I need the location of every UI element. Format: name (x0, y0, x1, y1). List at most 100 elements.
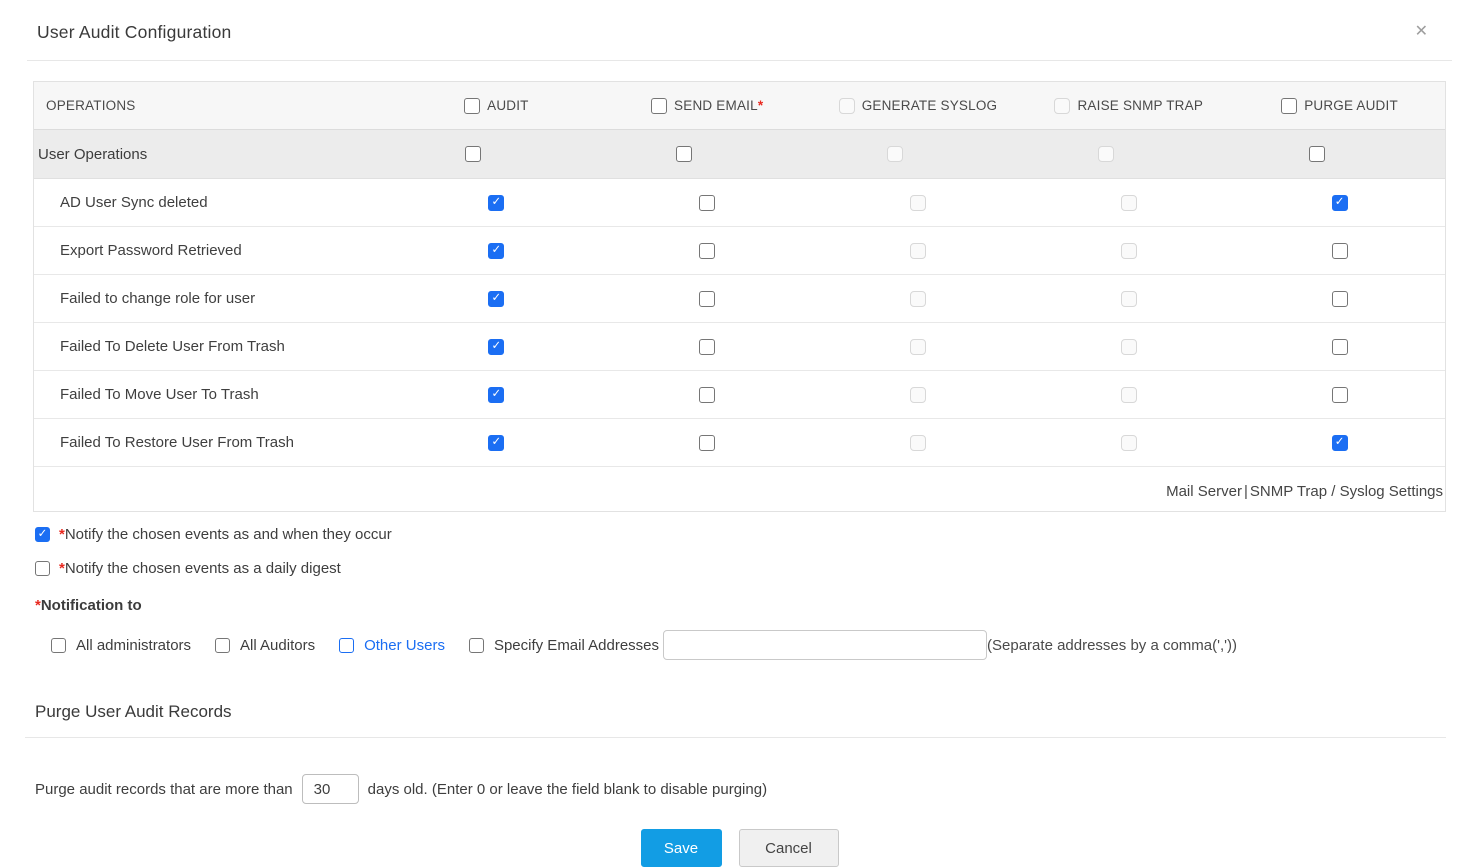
header-cell-purge-audit: PURGE AUDIT (1234, 97, 1445, 114)
email-addresses-input[interactable] (663, 630, 988, 660)
table-group-row-user-operations: User Operations (34, 130, 1445, 179)
operation-label: Failed To Move User To Trash (60, 386, 259, 403)
user-audit-configuration-dialog: User Audit Configuration ✕ OPERATIONS AU… (0, 0, 1474, 867)
all-auditors-label: All Auditors (240, 636, 316, 654)
generate-syslog-checkbox (909, 290, 926, 307)
purge-settings-row: Purge audit records that are more than d… (35, 774, 1446, 804)
raise-snmp-trap-checkbox (1097, 146, 1114, 162)
raise-snmp-trap-checkbox (1120, 194, 1137, 211)
notify-digest-checkbox[interactable] (35, 561, 50, 576)
close-icon[interactable]: ✕ (1415, 24, 1428, 40)
action-buttons: Save Cancel (33, 829, 1446, 867)
send-email-column-checkbox[interactable] (651, 97, 668, 114)
audit-checkbox[interactable] (488, 386, 505, 403)
column-header-audit: AUDIT (487, 98, 529, 113)
purge-audit-checkbox[interactable] (1331, 290, 1348, 307)
separator-hint: (Separate addresses by a comma(',')) (987, 636, 1238, 654)
notify-occur-row: *Notify the chosen events as and when th… (35, 526, 1446, 543)
notify-digest-row: *Notify the chosen events as a daily dig… (35, 560, 1446, 577)
table-row: Failed To Delete User From Trash (34, 323, 1445, 371)
required-asterisk: * (757, 98, 764, 113)
all-administrators-label: All administrators (76, 636, 192, 654)
recipient-specify-email: Specify Email Addresses (468, 636, 660, 654)
generate-syslog-checkbox (909, 386, 926, 403)
column-header-operations: OPERATIONS (46, 98, 136, 113)
header-cell-send-email: SEND EMAIL* (602, 97, 813, 114)
all-auditors-checkbox[interactable] (215, 637, 231, 653)
notification-recipients-row: All administrators All Auditors Other Us… (51, 630, 1446, 660)
mail-server-link[interactable]: Mail Server (1166, 483, 1242, 500)
send-email-checkbox[interactable] (699, 194, 716, 211)
raise-snmp-trap-checkbox (1120, 386, 1137, 403)
page-title: User Audit Configuration (37, 22, 232, 42)
audit-table: OPERATIONS AUDIT SEND EMAIL* GENERATE SY… (33, 81, 1446, 512)
audit-checkbox[interactable] (488, 338, 505, 355)
save-button[interactable]: Save (640, 829, 722, 867)
raise-snmp-trap-checkbox (1120, 242, 1137, 259)
header-cell-audit: AUDIT (391, 97, 602, 114)
header-cell-operations: OPERATIONS (34, 98, 391, 113)
header-cell-raise-snmp-trap: RAISE SNMP TRAP (1023, 97, 1234, 114)
other-users-label[interactable]: Other Users (364, 637, 445, 654)
cancel-button[interactable]: Cancel (738, 829, 839, 867)
send-email-checkbox[interactable] (676, 146, 693, 162)
generate-syslog-checkbox (909, 434, 926, 451)
purge-section-heading: Purge User Audit Records (35, 702, 232, 721)
table-header-row: OPERATIONS AUDIT SEND EMAIL* GENERATE SY… (34, 82, 1445, 130)
table-footer: Mail Server | SNMP Trap / Syslog Setting… (34, 467, 1445, 511)
column-header-purge-audit: RAISE SNMP TRAP (1077, 98, 1204, 113)
generate-syslog-checkbox (909, 242, 926, 259)
audit-checkbox[interactable] (465, 146, 482, 162)
purge-audit-checkbox[interactable] (1331, 386, 1348, 403)
all-administrators-checkbox[interactable] (51, 637, 66, 653)
column-header-purge-audit: PURGE AUDIT (1304, 98, 1398, 113)
purge-text-after: days old. (Enter 0 or leave the field bl… (367, 780, 768, 798)
notification-to-label: *Notification to (35, 597, 142, 614)
purge-audit-checkbox[interactable] (1331, 194, 1348, 211)
specify-email-checkbox[interactable] (468, 637, 484, 653)
dialog-content: OPERATIONS AUDIT SEND EMAIL* GENERATE SY… (0, 81, 1474, 867)
send-email-checkbox[interactable] (699, 242, 716, 259)
table-row: Export Password Retrieved (34, 227, 1445, 275)
header-divider (27, 60, 1452, 61)
notify-digest-label: *Notify the chosen events as a daily dig… (59, 560, 341, 577)
dialog-header: User Audit Configuration ✕ (0, 0, 1474, 43)
raise-snmp-trap-checkbox (1120, 434, 1137, 451)
audit-checkbox[interactable] (488, 194, 505, 211)
audit-column-checkbox[interactable] (464, 97, 481, 114)
recipient-all-auditors: All Auditors (215, 637, 315, 654)
audit-checkbox[interactable] (488, 290, 505, 307)
send-email-checkbox[interactable] (699, 290, 716, 307)
operation-label: Failed to change role for user (60, 290, 256, 307)
send-email-checkbox[interactable] (699, 386, 716, 403)
generate-syslog-column-checkbox (838, 97, 855, 114)
generate-syslog-checkbox (886, 146, 903, 162)
purge-audit-checkbox[interactable] (1308, 146, 1325, 162)
table-row: AD User Sync deleted (34, 179, 1445, 227)
generate-syslog-checkbox (909, 338, 926, 355)
raise-snmp-trap-checkbox (1120, 290, 1137, 307)
purge-audit-column-checkbox[interactable] (1281, 97, 1298, 114)
purge-audit-checkbox[interactable] (1331, 338, 1348, 355)
recipient-other-users: Other Users (339, 637, 445, 654)
purge-text-before: Purge audit records that are more than (35, 780, 293, 798)
other-users-checkbox[interactable] (339, 637, 355, 653)
raise-snmp-trap-column-checkbox (1054, 97, 1071, 114)
audit-checkbox[interactable] (488, 242, 505, 259)
table-row: Failed to change role for user (34, 275, 1445, 323)
specify-email-label: Specify Email Addresses (493, 636, 660, 654)
purge-audit-checkbox[interactable] (1331, 434, 1348, 451)
table-row: Failed To Move User To Trash (34, 371, 1445, 419)
notify-occur-label: *Notify the chosen events as and when th… (59, 526, 392, 543)
audit-checkbox[interactable] (488, 434, 505, 451)
recipient-all-administrators: All administrators (51, 637, 191, 654)
send-email-checkbox[interactable] (699, 338, 716, 355)
notify-occur-checkbox[interactable] (35, 527, 50, 542)
operation-label: Failed To Delete User From Trash (60, 338, 285, 355)
send-email-checkbox[interactable] (699, 434, 716, 451)
raise-snmp-trap-checkbox (1120, 338, 1137, 355)
purge-audit-checkbox[interactable] (1331, 242, 1348, 259)
snmp-trap-syslog-settings-link[interactable]: SNMP Trap / Syslog Settings (1250, 483, 1443, 500)
purge-days-input[interactable] (301, 774, 359, 804)
column-header-generate-syslog: GENERATE SYSLOG (861, 98, 998, 113)
